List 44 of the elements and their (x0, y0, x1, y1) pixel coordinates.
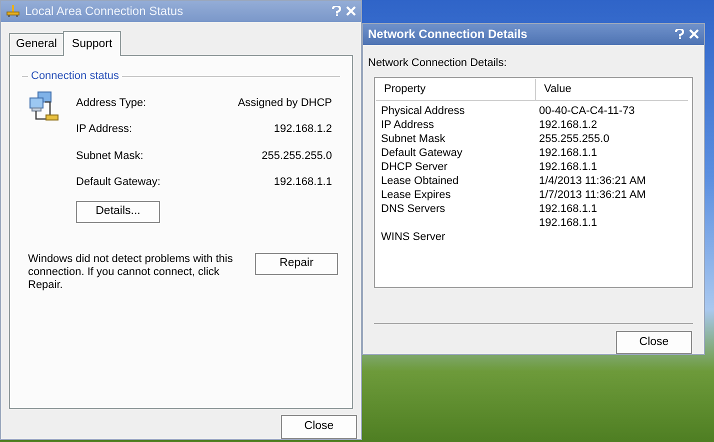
property-cell-text: DHCP Server (381, 160, 448, 174)
tab[interactable]: General (9, 32, 64, 56)
property-cell-text: Default Gateway (381, 146, 464, 160)
value-cell-text: 1/7/2013 11:36:21 AM (539, 188, 647, 202)
field-value: 192.168.1.1 (272, 175, 332, 190)
message-text: Windows did not detect problems with this connection. If you cannot connect, click Repair. (28, 252, 234, 292)
network-plug-icon (6, 4, 20, 18)
value-cell-text: 1/4/2013 11:36:21 AM (539, 174, 647, 188)
property-cell-text: Lease Expires (381, 188, 452, 202)
property-cell-text: WINS Server (381, 230, 446, 244)
value-cell-text: 192.168.1.1 (539, 216, 598, 230)
value-cell-text: 192.168.1.1 (539, 146, 598, 160)
list-label: Network Connection Details: (367, 56, 508, 71)
repair-button[interactable]: Repair (255, 252, 338, 275)
value-cell-text: 192.168.1.2 (539, 118, 598, 132)
value-cell-text: 192.168.1.1 (539, 202, 598, 216)
help-icon[interactable] (675, 29, 684, 40)
close-button[interactable]: Close (281, 415, 357, 439)
details-button[interactable]: Details... (76, 200, 160, 223)
field-label: Default Gateway: (76, 175, 162, 190)
window-title: Local Area Connection Status (25, 3, 184, 20)
property-cell-text: Subnet Mask (381, 132, 446, 146)
value-cell-text: 255.255.255.0 (539, 132, 610, 146)
field-label: IP Address: (76, 122, 134, 138)
value-cell-text: 00-40-CA-C4-11-73 (539, 104, 636, 118)
close-button[interactable]: Close (616, 331, 692, 354)
field-label: Subnet Mask: (76, 148, 144, 164)
property-cell-text: DNS Servers (381, 202, 446, 216)
window-title: Network Connection Details (368, 26, 528, 44)
property-cell-text: IP Address (381, 118, 435, 132)
column-header[interactable]: Value (536, 79, 688, 100)
help-icon[interactable] (332, 6, 341, 16)
field-value: 255.255.255.0 (260, 148, 332, 164)
field-value: Assigned by DHCP (238, 96, 332, 111)
close-icon[interactable] (346, 6, 356, 16)
tab[interactable]: Support (62, 30, 122, 56)
property-cell-text: Physical Address (381, 104, 466, 118)
group-title: Connection status (31, 69, 120, 84)
field-value: 192.168.1.2 (272, 122, 332, 138)
property-cell-text: Lease Obtained (381, 174, 460, 188)
value-cell-text: 192.168.1.1 (539, 160, 598, 174)
column-header[interactable]: Property (376, 79, 536, 100)
close-icon[interactable] (689, 29, 699, 40)
field-label: Address Type: (76, 96, 148, 111)
